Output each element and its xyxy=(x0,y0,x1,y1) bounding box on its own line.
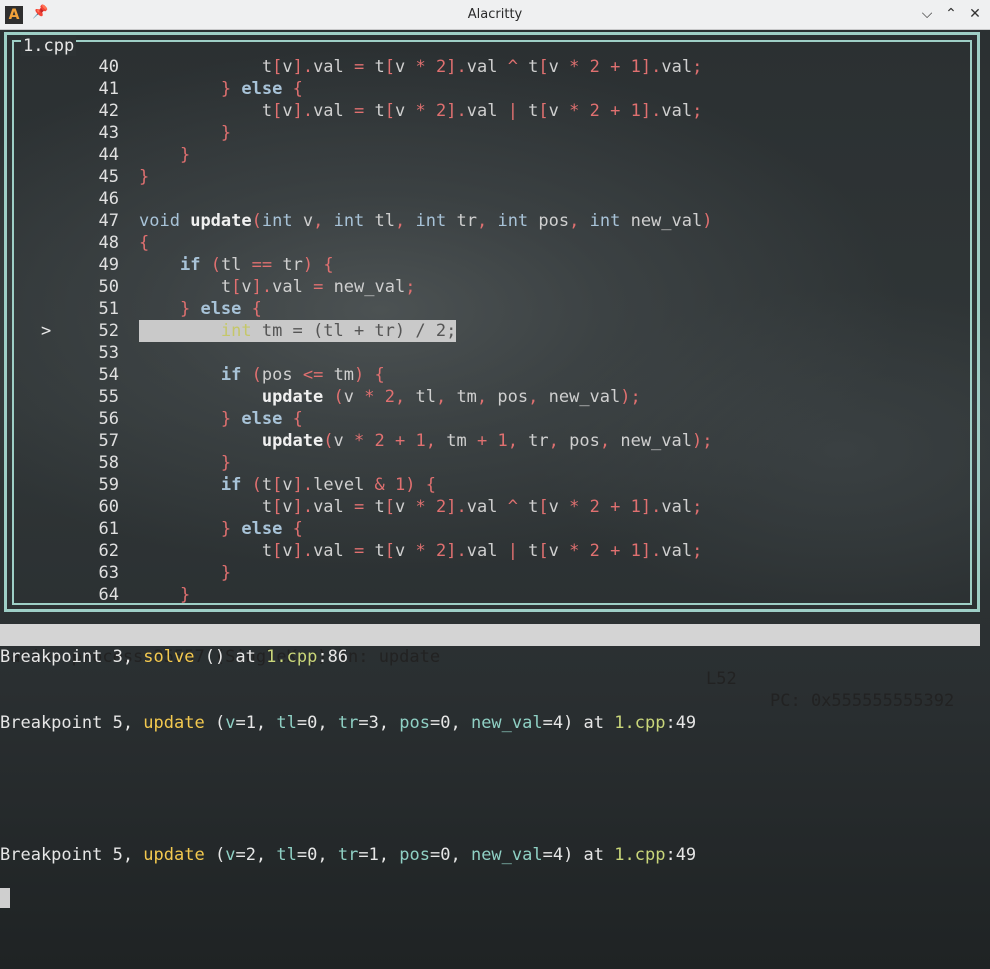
line-number: 47 xyxy=(98,211,119,231)
line-number: 43 xyxy=(98,123,119,143)
source-text: if (t[v].level & 1) { xyxy=(220,475,437,495)
line-number: 64 xyxy=(98,585,119,605)
source-line[interactable]: 45} xyxy=(19,166,975,188)
source-code[interactable]: 40 t[v].val = t[v * 2].val ^ t[v * 2 + 1… xyxy=(19,56,975,606)
source-line[interactable]: 49 if (tl == tr) { xyxy=(19,254,975,276)
line-number: 49 xyxy=(98,255,119,275)
maximize-button[interactable]: ⌃ xyxy=(942,5,960,23)
source-line[interactable]: 62 t[v].val = t[v * 2].val | t[v * 2 + 1… xyxy=(19,540,975,562)
source-text: update(v * 2 + 1, tm + 1, tr, pos, new_v… xyxy=(261,431,713,451)
source-line[interactable]: 60 t[v].val = t[v * 2].val ^ t[v * 2 + 1… xyxy=(19,496,975,518)
source-line[interactable]: 54 if (pos <= tm) { xyxy=(19,364,975,386)
source-line[interactable]: 46 xyxy=(19,188,975,210)
console-line-breakpoint-5: Breakpoint 5, update (v=2, tl=0, tr=1, p… xyxy=(0,845,697,865)
line-number: 46 xyxy=(98,189,119,209)
source-text: t[v].val = t[v * 2].val | t[v * 2 + 1].v… xyxy=(139,101,703,121)
source-text: } xyxy=(220,123,232,143)
source-line[interactable]: >52 int tm = (tl + tr) / 2; xyxy=(19,320,975,342)
source-text: t[v].val = new_val; xyxy=(139,277,416,297)
source-line[interactable]: 43 } xyxy=(19,122,975,144)
source-line[interactable]: 59 if (t[v].level & 1) { xyxy=(19,474,975,496)
source-line[interactable]: 50 t[v].val = new_val; xyxy=(19,276,975,298)
source-line[interactable]: 40 t[v].val = t[v * 2].val ^ t[v * 2 + 1… xyxy=(19,56,975,78)
window-titlebar: A 📌 Alacritty ⌵ ⌃ ✕ xyxy=(0,0,990,30)
line-number: 52 xyxy=(98,321,119,341)
line-number: 63 xyxy=(98,563,119,583)
line-number: 55 xyxy=(98,387,119,407)
source-text: } xyxy=(220,563,232,583)
source-window: 1.cpp 40 t[v].val = t[v * 2].val ^ t[v *… xyxy=(4,32,980,612)
line-number: 48 xyxy=(98,233,119,253)
source-text: } xyxy=(220,453,232,473)
console-prompt-line[interactable] xyxy=(0,888,990,910)
source-line[interactable]: 44 } xyxy=(19,144,975,166)
source-text: update (v * 2, tl, tm, pos, new_val); xyxy=(261,387,641,407)
source-line[interactable]: 42 t[v].val = t[v * 2].val | t[v * 2 + 1… xyxy=(19,100,975,122)
source-line[interactable]: 56 } else { xyxy=(19,408,975,430)
gdb-console[interactable]: Breakpoint 3, solve () at 1.cpp:86 Break… xyxy=(0,646,990,910)
source-text: } else { xyxy=(220,519,303,539)
line-number: 60 xyxy=(98,497,119,517)
line-number: 45 xyxy=(98,167,119,187)
close-button[interactable]: ✕ xyxy=(966,5,984,23)
source-text: } xyxy=(179,585,191,605)
text-cursor xyxy=(0,888,10,908)
line-number: 50 xyxy=(98,277,119,297)
source-text: t[v].val = t[v * 2].val ^ t[v * 2 + 1].v… xyxy=(139,497,703,517)
source-line[interactable]: 48 { xyxy=(19,232,975,254)
line-number: 41 xyxy=(98,79,119,99)
gdb-status-bar: native process 35557 (SingleKey) In: upd… xyxy=(0,624,980,711)
source-filename: 1.cpp xyxy=(21,36,77,56)
current-line-marker: > xyxy=(41,321,52,341)
source-line[interactable]: 63 } xyxy=(19,562,975,584)
source-text: void update(int v, int tl, int tr, int p… xyxy=(139,211,713,231)
source-line[interactable]: 41 } else { xyxy=(19,78,975,100)
line-number: 42 xyxy=(98,101,119,121)
line-number: 44 xyxy=(98,145,119,165)
console-line-breakpoint-5: Breakpoint 5, update (v=1, tl=0, tr=3, p… xyxy=(0,713,697,733)
console-line-breakpoint-3: Breakpoint 3, solve () at 1.cpp:86 xyxy=(0,647,349,667)
minimize-button[interactable]: ⌵ xyxy=(918,5,936,23)
source-text: } else { xyxy=(179,299,262,319)
source-line[interactable]: 61 } else { xyxy=(19,518,975,540)
line-number: 61 xyxy=(98,519,119,539)
source-text: if (tl == tr) { xyxy=(179,255,334,275)
source-text: } else { xyxy=(220,79,303,99)
line-number: 53 xyxy=(98,343,119,363)
source-line[interactable]: 55 update (v * 2, tl, tm, pos, new_val); xyxy=(19,386,975,408)
source-text: { xyxy=(139,233,150,253)
line-number: 58 xyxy=(98,453,119,473)
source-line[interactable]: 51 } else { xyxy=(19,298,975,320)
line-number: 57 xyxy=(98,431,119,451)
line-number: 56 xyxy=(98,409,119,429)
source-text: } xyxy=(179,145,191,165)
source-text: } else { xyxy=(220,409,303,429)
source-text: } xyxy=(139,167,150,187)
source-line[interactable]: 47 void update(int v, int tl, int tr, int… xyxy=(19,210,975,232)
line-number: 59 xyxy=(98,475,119,495)
source-line[interactable]: 58 } xyxy=(19,452,975,474)
line-number: 54 xyxy=(98,365,119,385)
terminal-area[interactable]: 1.cpp 40 t[v].val = t[v * 2].val ^ t[v *… xyxy=(0,30,990,969)
source-text: t[v].val = t[v * 2].val ^ t[v * 2 + 1].v… xyxy=(139,57,703,77)
line-number: 62 xyxy=(98,541,119,561)
source-line[interactable]: 53 xyxy=(19,342,975,364)
window-title: Alacritty xyxy=(467,7,523,22)
source-text: t[v].val = t[v * 2].val | t[v * 2 + 1].v… xyxy=(139,541,703,561)
current-source-text: int tm = (tl + tr) / 2; xyxy=(139,320,457,342)
line-number: 51 xyxy=(98,299,119,319)
source-text: if (pos <= tm) { xyxy=(220,365,385,385)
line-number: 40 xyxy=(98,57,119,77)
source-line[interactable]: 64 } xyxy=(19,584,975,606)
source-line[interactable]: 57 update(v * 2 + 1, tm + 1, tr, pos, ne… xyxy=(19,430,975,452)
